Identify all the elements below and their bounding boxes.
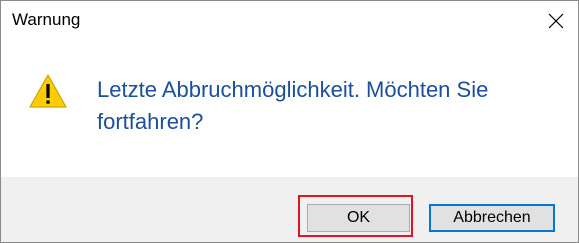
ok-button[interactable]: OK (307, 204, 410, 232)
warning-icon (29, 74, 67, 108)
dialog-content: Letzte Abbruchmöglichkeit. Möchten Sie f… (1, 41, 578, 177)
button-bar: OK Abbrechen (1, 177, 578, 242)
dialog-title: Warnung (12, 10, 81, 29)
cancel-button[interactable]: Abbrechen (429, 204, 555, 232)
warning-dialog: Warnung Letzte Abbruchmöglichkeit. Möcht… (0, 0, 579, 243)
title-bar: Warnung (1, 1, 578, 41)
warning-message: Letzte Abbruchmöglichkeit. Möchten Sie f… (97, 77, 489, 134)
close-icon (548, 13, 564, 29)
close-button[interactable] (540, 5, 572, 37)
